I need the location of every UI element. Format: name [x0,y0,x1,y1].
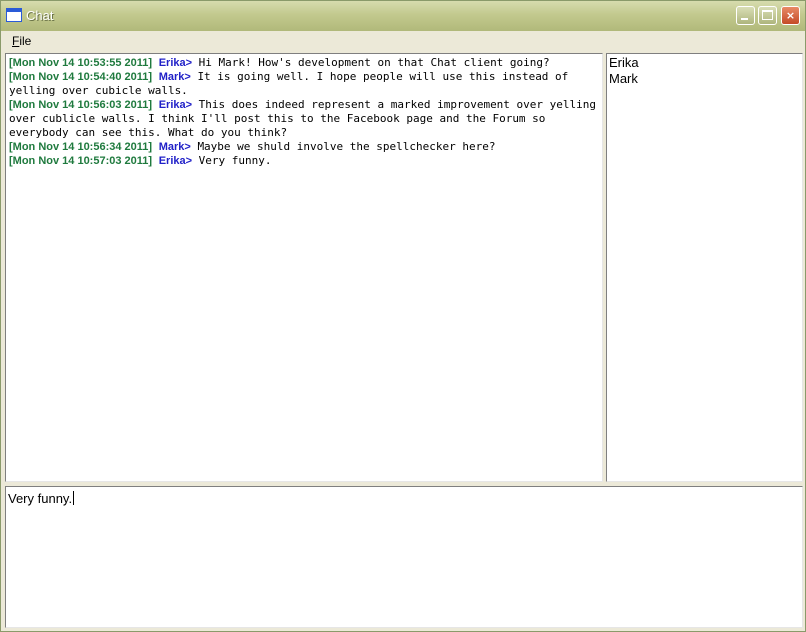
chat-message: [Mon Nov 14 10:56:34 2011] Mark> Maybe w… [9,140,600,154]
maximize-icon [762,10,773,20]
chat-message: [Mon Nov 14 10:57:03 2011] Erika> Very f… [9,154,600,168]
message-text: Maybe we shuld involve the spellchecker … [197,140,496,153]
message-nick: Mark> [158,71,191,83]
message-text: Very funny. [198,154,272,167]
user-list[interactable]: Erika Mark [606,53,803,482]
message-timestamp: [Mon Nov 14 10:56:03 2011] [9,99,153,111]
message-nick: Erika> [158,155,193,167]
message-nick: Erika> [158,99,193,111]
window-title: Chat [26,8,54,23]
close-button[interactable]: × [781,6,800,25]
window-icon [6,8,22,22]
menu-file[interactable]: File [12,34,31,48]
message-timestamp: [Mon Nov 14 10:57:03 2011] [9,155,153,167]
close-icon: × [785,9,796,22]
menu-bar: File [1,31,805,51]
message-nick: Erika> [158,57,193,69]
message-timestamp: [Mon Nov 14 10:56:34 2011] [9,141,153,153]
minimize-button[interactable] [736,6,755,25]
chat-message: [Mon Nov 14 10:54:40 2011] Mark> It is g… [9,70,600,98]
chat-message: [Mon Nov 14 10:53:55 2011] Erika> Hi Mar… [9,56,600,70]
chat-window: Chat × File [Mon Nov 14 10:53:55 2011] E… [0,0,806,632]
message-timestamp: [Mon Nov 14 10:53:55 2011] [9,57,153,69]
chat-message: [Mon Nov 14 10:56:03 2011] Erika> This d… [9,98,600,140]
message-text: Hi Mark! How's development on that Chat … [198,56,550,69]
message-input[interactable]: Very funny. [5,486,803,628]
chat-log[interactable]: [Mon Nov 14 10:53:55 2011] Erika> Hi Mar… [5,53,603,482]
minimize-icon [741,18,748,20]
text-caret [73,491,75,505]
message-timestamp: [Mon Nov 14 10:54:40 2011] [9,71,153,83]
user-list-item[interactable]: Mark [609,71,800,87]
message-input-text: Very funny. [8,491,73,506]
message-nick: Mark> [158,141,191,153]
maximize-button[interactable] [758,6,777,25]
title-bar[interactable]: Chat × [1,1,805,32]
user-list-item[interactable]: Erika [609,55,800,71]
